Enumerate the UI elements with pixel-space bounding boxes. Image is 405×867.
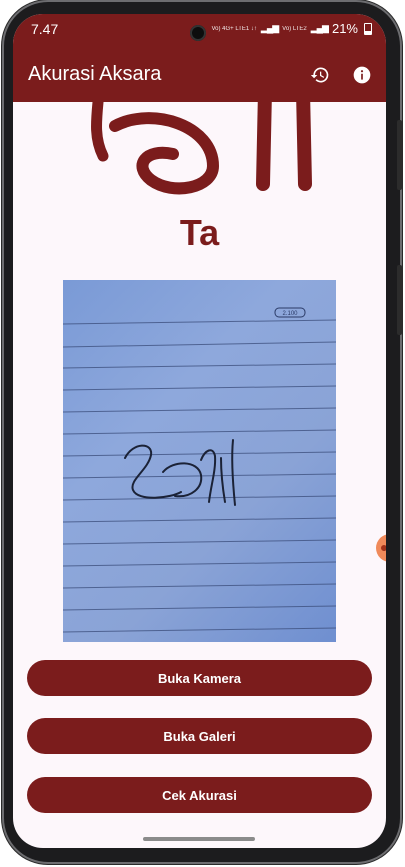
captured-photo: 2.100 [63,280,336,642]
status-icons: Vo) 4G+ LTE1 ↓↑ ▂▄▆ Vo) LTE2 ▂▄▆ 21% [211,21,372,36]
status-bar: 7.47 Vo) 4G+ LTE1 ↓↑ ▂▄▆ Vo) LTE2 ▂▄▆ 21… [13,14,386,50]
battery-icon [364,22,372,35]
photo-label: 2.100 [282,311,298,317]
battery-percent: 21% [331,21,358,36]
phone-frame: 7.47 Vo) 4G+ LTE1 ↓↑ ▂▄▆ Vo) LTE2 ▂▄▆ 21… [2,0,402,864]
screen: 7.47 Vo) 4G+ LTE1 ↓↑ ▂▄▆ Vo) LTE2 ▂▄▆ 21… [13,14,386,848]
network-indicator-1: Vo) 4G+ LTE1 ↓↑ [211,25,257,32]
character-name: Ta [179,212,220,253]
power-button [397,265,402,335]
app-title: Akurasi Aksara [28,63,162,85]
volume-button [397,120,402,190]
check-accuracy-button[interactable]: Cek Akurasi [27,777,372,813]
main-content: Ta 2.100 Buka Kamera Buka Galeri Cek Aku… [13,96,386,848]
front-camera [190,25,206,41]
info-icon [353,66,371,84]
status-time: 7.47 [31,21,59,37]
home-indicator[interactable] [143,837,255,841]
history-icon [310,67,329,83]
open-camera-button[interactable]: Buka Kamera [27,660,372,696]
network-indicator-2: Vo) LTE2 [282,25,307,32]
history-button[interactable] [307,62,333,88]
app-bar: Akurasi Aksara [13,50,386,102]
photo-content: 2.100 [63,307,336,633]
aksara-sample-image [91,96,312,195]
info-button[interactable] [349,62,375,88]
open-gallery-button[interactable]: Buka Galeri [27,718,372,754]
signal-icon-2: ▂▄▆ [310,23,329,33]
floating-handle[interactable] [376,534,386,562]
signal-icon: ▂▄▆ [260,23,279,33]
